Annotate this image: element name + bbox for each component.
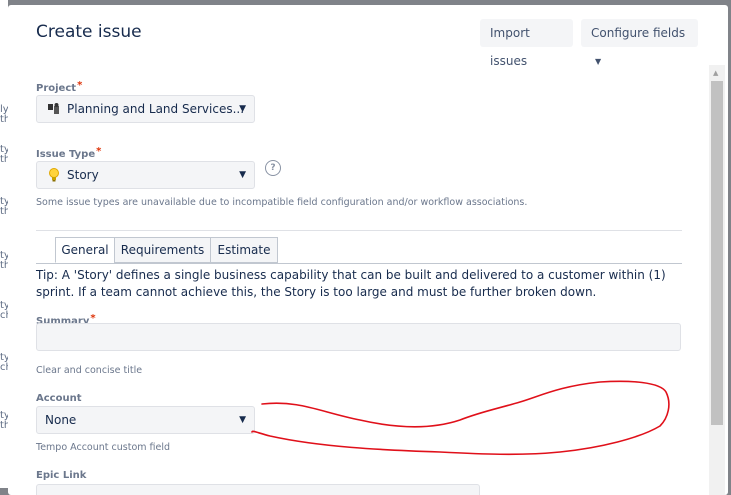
red-annotation-scribble: [251, 380, 670, 456]
